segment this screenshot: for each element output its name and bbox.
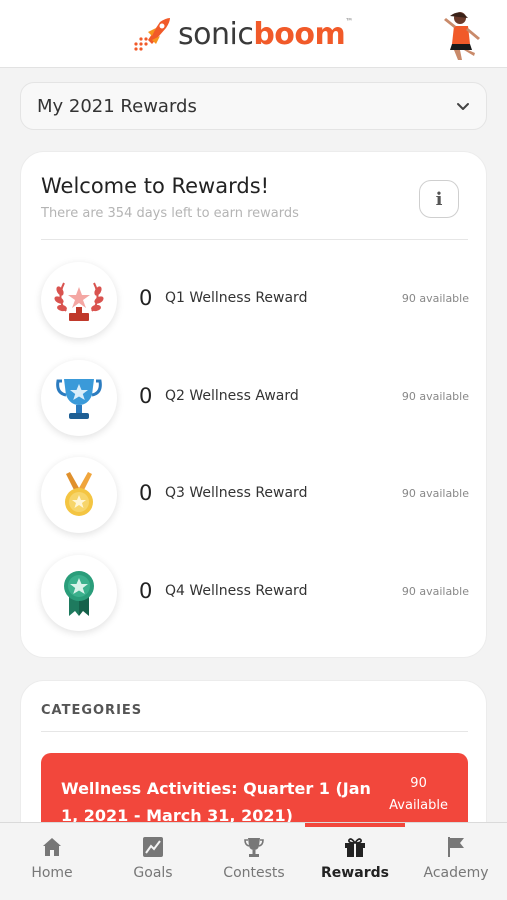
reward-row-q1[interactable]: 0 Q1 Wellness Reward 90 available (39, 260, 469, 340)
reward-available: 90 available (401, 390, 469, 403)
chart-icon (143, 837, 163, 857)
tab-contests[interactable]: Contests (204, 835, 304, 895)
reward-row-q4[interactable]: 0 Q4 Wellness Reward 90 available (39, 553, 469, 633)
tab-label: Rewards (321, 865, 389, 881)
sonicboom-logo[interactable]: sonicboom™ (130, 14, 353, 54)
reward-row-q3[interactable]: 0 Q3 Wellness Reward 90 available (39, 455, 469, 535)
reward-count: 0 (139, 579, 153, 603)
reward-row-q2[interactable]: 0 Q2 Wellness Award 90 available (39, 358, 469, 438)
flag-icon (448, 837, 464, 857)
dropdown-selected-value: My 2021 Rewards (37, 95, 197, 117)
info-icon: i (435, 188, 443, 210)
bottom-tab-bar: Home Goals Contests Rewards Academy (0, 822, 507, 900)
reward-available: 90 available (401, 292, 469, 305)
logo-sonic-text: sonic (178, 16, 254, 52)
tab-label: Goals (133, 865, 173, 881)
tab-home[interactable]: Home (2, 835, 102, 895)
reward-name: Q1 Wellness Reward (165, 290, 308, 306)
laurel-trophy-icon (41, 262, 117, 338)
chevron-down-icon (457, 103, 469, 110)
active-tab-indicator (305, 823, 405, 827)
reward-name: Q4 Wellness Reward (165, 583, 308, 599)
tab-label: Academy (423, 865, 489, 881)
tab-academy[interactable]: Academy (406, 835, 506, 895)
gift-icon (345, 838, 365, 857)
tab-label: Contests (223, 865, 285, 881)
reward-count: 0 (139, 481, 153, 505)
reward-name: Q3 Wellness Reward (165, 485, 308, 501)
category-count: 90 (410, 776, 427, 791)
logo-trademark: ™ (345, 16, 353, 26)
reward-count: 0 (139, 286, 153, 310)
divider (41, 239, 468, 240)
info-button[interactable]: i (419, 180, 459, 218)
tab-label: Home (31, 865, 73, 881)
app-header: sonicboom™ (0, 0, 507, 68)
reward-available: 90 available (401, 585, 469, 598)
reward-available: 90 available (401, 487, 469, 500)
category-available: 90 Available (389, 773, 448, 817)
blue-cup-icon (41, 360, 117, 436)
green-ribbon-icon (41, 555, 117, 631)
logo-boom-text: boom (253, 16, 346, 52)
trophy-icon (244, 838, 264, 857)
rewards-card: Welcome to Rewards! There are 354 days l… (20, 151, 487, 658)
days-left-text: There are 354 days left to earn rewards (41, 206, 299, 221)
welcome-title: Welcome to Rewards! (41, 174, 270, 198)
rocket-icon (134, 18, 170, 51)
year-rewards-dropdown[interactable]: My 2021 Rewards (20, 82, 487, 130)
categories-heading: CATEGORIES (41, 703, 143, 718)
reward-count: 0 (139, 384, 153, 408)
category-title: Wellness Activities: Quarter 1 (Jan 1, 2… (61, 779, 371, 825)
user-avatar[interactable] (440, 10, 488, 60)
tab-goals[interactable]: Goals (103, 835, 203, 895)
divider (41, 731, 468, 732)
category-count-label: Available (389, 798, 448, 813)
home-icon (43, 838, 61, 856)
gold-medal-icon (41, 457, 117, 533)
tab-rewards[interactable]: Rewards (305, 835, 405, 895)
reward-name: Q2 Wellness Award (165, 388, 299, 404)
